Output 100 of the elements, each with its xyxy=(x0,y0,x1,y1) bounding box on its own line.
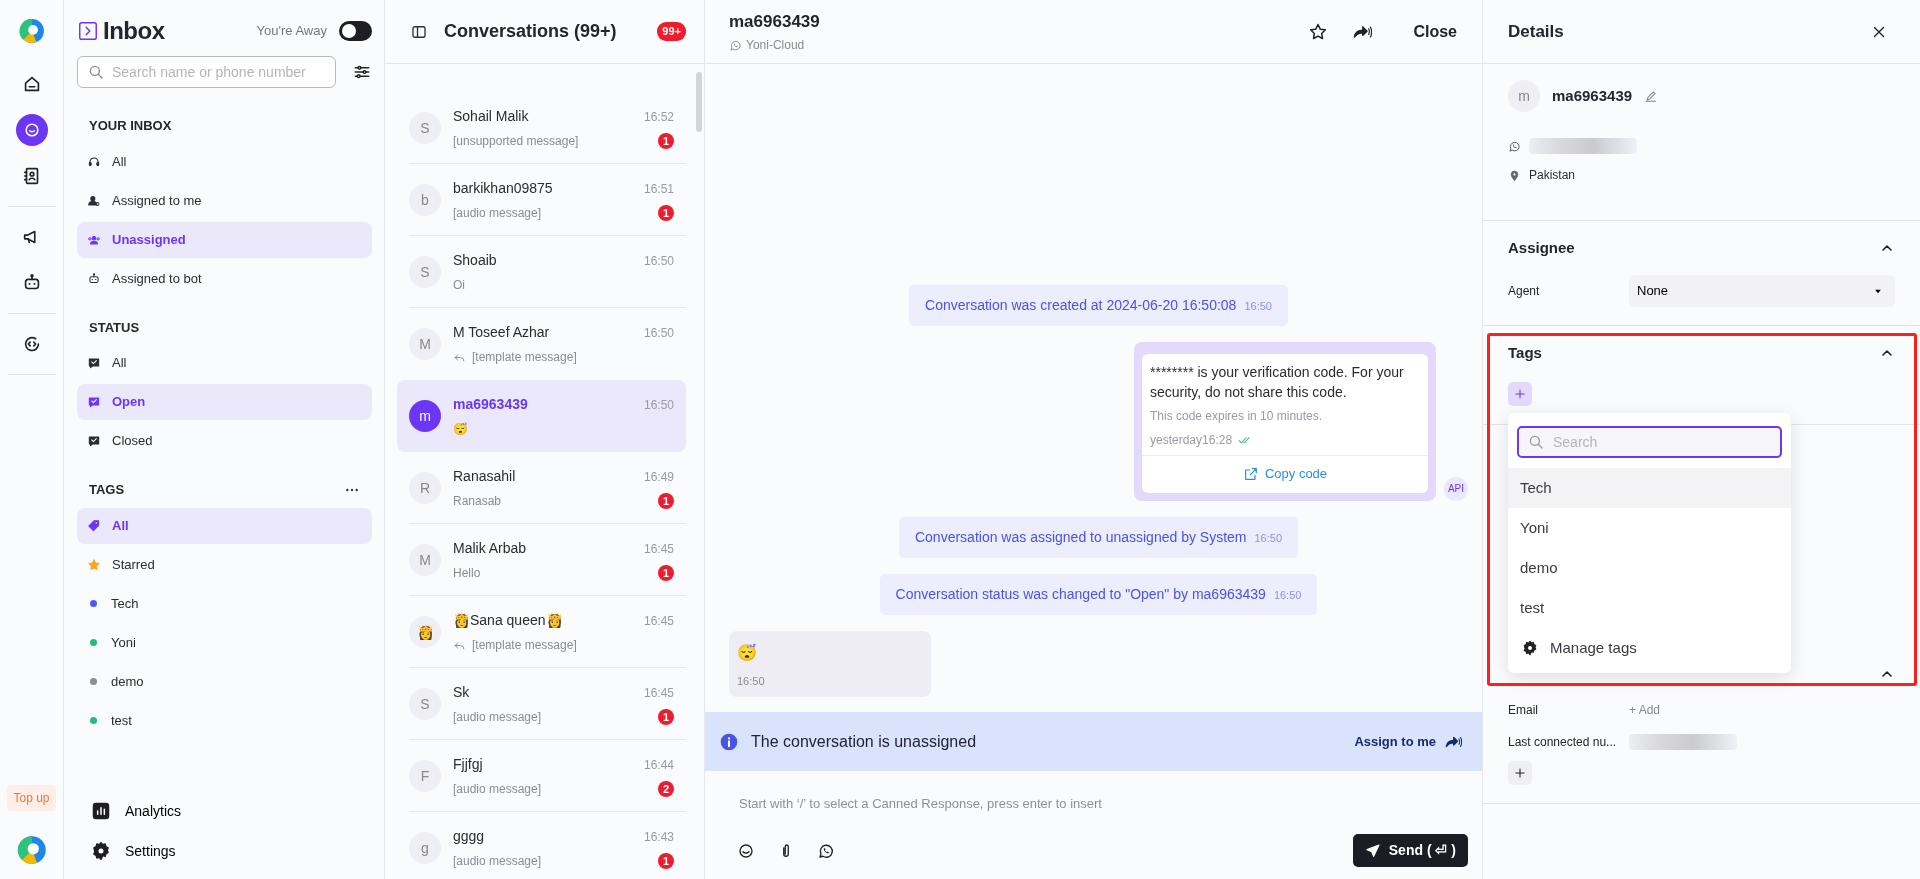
chart-icon xyxy=(91,801,111,821)
message-preview: 😴 xyxy=(453,421,468,438)
sidebar-item[interactable]: All xyxy=(77,345,372,381)
sidebar-item[interactable]: Closed xyxy=(77,423,372,459)
message-time: 16:50 xyxy=(643,396,674,414)
plus-icon xyxy=(1513,766,1527,780)
agent-select[interactable]: None xyxy=(1629,275,1895,307)
message-preview: [template message] xyxy=(472,349,577,366)
message-time: 16:45 xyxy=(643,540,674,558)
search-field[interactable]: Search xyxy=(1517,426,1782,458)
avatar: m xyxy=(1508,80,1540,112)
menu-item[interactable]: Manage tags xyxy=(1508,628,1791,668)
conversation-title: ma6963439 xyxy=(729,10,820,33)
message-preview: Hello xyxy=(453,565,481,582)
settings-link[interactable]: Settings xyxy=(77,831,372,871)
menu-item[interactable]: Tech xyxy=(1508,468,1791,508)
conversation-item[interactable]: b barkikhan09875 16:51 [audio message] 1 xyxy=(397,164,686,236)
person-icon xyxy=(87,193,101,208)
sidebar-item[interactable]: Starred xyxy=(77,546,372,583)
avatar: M xyxy=(409,544,441,576)
chat-button[interactable] xyxy=(15,114,48,146)
expand-icon[interactable] xyxy=(77,20,99,42)
search-icon xyxy=(1527,433,1545,451)
message-time: 16:43 xyxy=(643,828,674,846)
emoji-icon[interactable] xyxy=(737,841,755,860)
add-tag-button[interactable] xyxy=(1508,382,1532,406)
logo-icon[interactable] xyxy=(18,18,45,44)
menu-item[interactable]: test xyxy=(1508,588,1791,628)
activity-text: Conversation was created at 2024-06-20 16:50:08 xyxy=(925,295,1237,315)
inbox-icon xyxy=(87,356,101,370)
menu-item[interactable]: Yoni xyxy=(1508,508,1791,548)
analytics-link[interactable]: Analytics xyxy=(77,791,372,831)
unread-badge: 1 xyxy=(658,709,674,725)
section-heading: STATUS xyxy=(89,318,140,337)
contact-name: barkikhan09875 xyxy=(453,179,553,198)
section-heading: YOUR INBOX xyxy=(89,117,172,135)
sidebar-item[interactable]: demo xyxy=(77,663,372,700)
message-preview: [audio message] xyxy=(453,709,542,726)
location-text: Pakistan xyxy=(1529,167,1576,184)
away-toggle[interactable] xyxy=(339,21,372,41)
section-heading: TAGS xyxy=(89,481,125,499)
conversation-item[interactable]: 👸 👸Sana queen👸 16:45 [template message] xyxy=(397,596,686,668)
conversation-item[interactable]: F Fjjfgj 16:44 [audio message] 2 xyxy=(397,740,686,812)
avatar: F xyxy=(409,760,441,792)
whatsapp-icon xyxy=(729,38,742,52)
star-icon[interactable] xyxy=(1308,21,1329,42)
scrollbar-thumb[interactable] xyxy=(696,72,702,132)
banner-text: The conversation is unassigned xyxy=(751,731,977,752)
field-label: Agent xyxy=(1508,283,1541,300)
list-title: Conversations (99+) xyxy=(444,20,617,43)
sidebar-item[interactable]: Unassigned xyxy=(77,221,372,258)
contact-name: Malik Arbab xyxy=(453,539,527,558)
inbox-icon xyxy=(87,434,101,448)
assign-button[interactable]: Assign to me xyxy=(1348,730,1468,753)
add-button[interactable] xyxy=(1508,761,1532,785)
sidebar-item[interactable]: Yoni xyxy=(77,624,372,661)
conversation-item[interactable]: M Malik Arbab 16:45 Hello 1 xyxy=(397,524,686,596)
message-preview: [audio message] xyxy=(453,205,542,222)
send-button[interactable]: Send ( ⏎ ) xyxy=(1352,834,1468,867)
sidebar-item[interactable]: Tech xyxy=(77,585,372,622)
whatsapp-icon xyxy=(1508,139,1521,153)
message-time: 16:50 xyxy=(1273,587,1302,603)
sidebar-item[interactable]: All xyxy=(77,143,372,180)
sidebar-item[interactable]: test xyxy=(77,702,372,739)
message-time: 16:45 xyxy=(643,612,674,630)
message-time: 16:50 xyxy=(1254,530,1282,546)
copy-code-button[interactable]: Copy code xyxy=(1142,454,1428,493)
contact-name: Fjjfgj xyxy=(453,755,483,774)
message-time: 16:52 xyxy=(643,108,674,126)
message-preview: Ranasab xyxy=(453,493,502,510)
info-icon xyxy=(719,731,739,752)
sidebar-item[interactable]: All xyxy=(77,507,372,544)
conversation-item[interactable]: S Sohail Malik 16:52 [unsupported message] 1 xyxy=(397,92,686,164)
message-time: 16:50 xyxy=(643,252,674,270)
settings-icon xyxy=(91,841,111,861)
sidebar-item[interactable]: Open xyxy=(77,384,372,420)
edit-icon[interactable] xyxy=(1644,89,1659,103)
conversation-item[interactable]: R Ranasahil 16:49 Ranasab 1 xyxy=(397,452,686,524)
avatar: 👸 xyxy=(409,616,441,648)
search-field[interactable]: Search name or phone number xyxy=(77,56,336,88)
avatar: S xyxy=(409,256,441,288)
conversation-item[interactable]: m ma6963439 16:50 😴 xyxy=(397,380,686,452)
conversation-item[interactable]: S Shoaib 16:50 Oi xyxy=(397,236,686,308)
conversation-item[interactable]: M M Toseef Azhar 16:50 [template message] xyxy=(397,308,686,380)
sidebar-item[interactable]: Assigned to me xyxy=(77,182,372,219)
robot-icon xyxy=(87,271,101,286)
message-input[interactable]: Start with ‘/’ to select a Canned Response, press enter to insert xyxy=(737,793,1468,815)
contact-name: gggg xyxy=(453,827,485,846)
message-time: 16:50 xyxy=(643,324,674,342)
conversation-item[interactable]: S Sk 16:45 [audio message] 1 xyxy=(397,668,686,740)
contact-name: ma6963439 xyxy=(1552,85,1633,106)
sidebar-item[interactable]: Assigned to bot xyxy=(77,260,372,297)
settings-icon xyxy=(1522,640,1538,656)
inbox-title: Inbox xyxy=(103,16,165,46)
menu-item[interactable]: demo xyxy=(1508,548,1791,588)
account-avatar[interactable] xyxy=(16,835,47,865)
close-button[interactable]: Close xyxy=(1412,18,1458,45)
message-text: 😴 xyxy=(737,642,758,663)
activity-text: Conversation status was changed to "Open" by ma6963439 xyxy=(895,584,1266,604)
message-preview: [template message] xyxy=(472,637,577,654)
